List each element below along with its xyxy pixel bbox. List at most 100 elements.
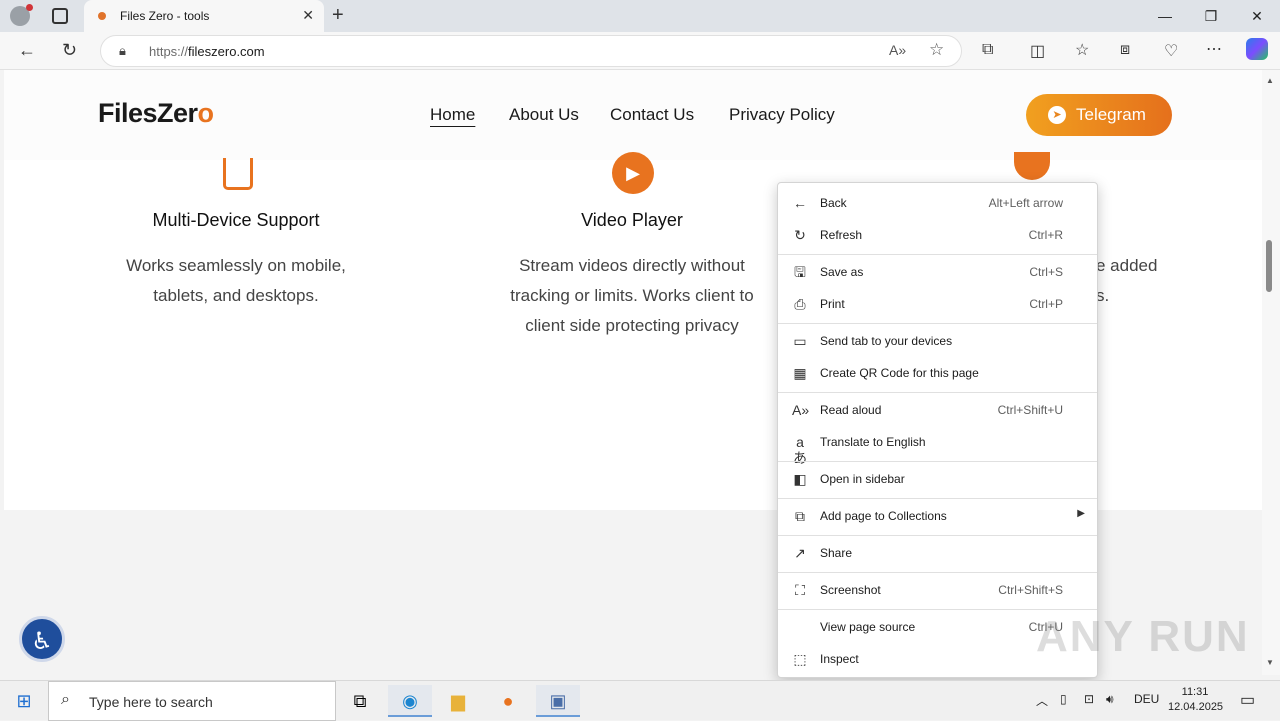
feature-desc-video-2: tracking or limits. Works client to [510,286,754,305]
nav-privacy-policy[interactable]: Privacy Policy [729,105,835,125]
menu-item-send-tab[interactable]: ▭ Send tab to your devices [778,326,1097,356]
logo-text: FilesZer [98,98,198,128]
menu-label: Translate to English [820,435,926,449]
feature-desc-multi-device-2: tablets, and desktops. [153,286,319,305]
tray-chevron-icon[interactable]: ︿ [1036,692,1048,709]
menu-separator [778,461,1097,462]
maximize-button[interactable]: ❐ [1188,4,1234,28]
nav-about-us[interactable]: About Us [509,105,579,125]
split-screen-icon[interactable]: ◫ [1030,41,1045,61]
menu-shortcut: Ctrl+Shift+U [997,403,1063,417]
tray-device-icon[interactable]: ▯ [1060,692,1067,706]
play-icon: ▶ [612,152,654,194]
firefox-icon[interactable]: ● [486,685,530,717]
menu-label: View page source [820,620,916,634]
task-view-icon[interactable]: ⧉ [338,685,382,717]
tab-actions-icon[interactable] [52,8,68,24]
start-button[interactable]: ⊞ [2,685,46,717]
menu-separator [778,254,1097,255]
phone-icon [223,158,253,190]
menu-shortcut: Ctrl+R [1028,228,1063,242]
nav-contact-us[interactable]: Contact Us [610,105,694,125]
page-scrollbar[interactable]: ▲ ▼ [1262,70,1280,675]
telegram-icon: ➤ [1048,106,1066,124]
file-explorer-icon[interactable]: ▆ [436,685,480,717]
url-prefix: https:// [149,44,189,59]
new-tab-icon[interactable]: + [332,4,344,27]
sidebar-icon: ◧ [793,471,807,487]
menu-label: Refresh [820,228,863,242]
address-bar[interactable]: 🔒︎ https://fileszero.com A» ☆ [100,35,962,67]
menu-separator [778,323,1097,324]
refresh-icon[interactable]: ↻ [62,40,77,61]
close-window-button[interactable]: ✕ [1234,4,1280,28]
lock-icon[interactable]: 🔒︎ [119,43,126,59]
volume-icon[interactable]: 🔊︎ [1106,692,1114,707]
menu-label: Screenshot [820,583,881,597]
edge-taskbar-icon[interactable]: ◉ [388,685,432,717]
favicon-icon [98,12,106,20]
language-indicator[interactable]: DEU [1134,692,1159,706]
menu-item-open-sidebar[interactable]: ◧ Open in sidebar [778,464,1097,494]
site-header: FilesZero Home About Us Contact Us Priva… [4,70,1262,160]
browser-essentials-icon[interactable]: ♡ [1164,41,1178,61]
favorites-icon[interactable]: ☆ [1075,40,1089,60]
tab-files-zero[interactable]: Files Zero - tools ✕ [84,0,324,32]
scroll-up-icon[interactable]: ▲ [1266,76,1274,85]
taskbar-search[interactable]: ⌕ Type here to search [48,681,336,721]
menu-separator [778,572,1097,573]
menu-label: Create QR Code for this page [820,366,979,380]
menu-shortcut: Ctrl+S [1029,265,1063,279]
screenshot-icon: ⛶ [795,582,805,598]
menu-item-refresh[interactable]: ↻ Refresh Ctrl+R [778,220,1097,250]
back-icon[interactable]: ← [18,40,36,61]
menu-item-share[interactable]: ↗ Share [778,538,1097,568]
notifications-icon[interactable]: ▭ [1240,690,1255,710]
menu-item-qr-code[interactable]: ▦ Create QR Code for this page [778,358,1097,388]
extensions-icon[interactable]: ⧉ [982,41,993,59]
collections-icon[interactable]: ⧈ [1120,41,1130,59]
read-aloud-icon[interactable]: A» [889,42,906,58]
collections-icon: ⧉ [795,508,805,524]
feature-desc-video-1: Stream videos directly without [519,256,745,275]
nav-home[interactable]: Home [430,105,475,125]
site-logo[interactable]: FilesZero [98,98,214,129]
menu-item-print[interactable]: ⎙ Print Ctrl+P [778,289,1097,319]
accessibility-icon[interactable]: ♿︎ [19,616,65,662]
translate-icon: aあ [793,434,807,466]
feature-title-video-player: Video Player [581,210,683,230]
menu-label: Back [820,196,847,210]
search-icon: ⌕ [61,691,70,708]
menu-item-save-as[interactable]: 🖫 Save as Ctrl+S [778,257,1097,287]
menu-separator [778,392,1097,393]
share-icon: ↗ [794,545,806,561]
menu-label: Send tab to your devices [820,334,953,348]
tab-strip: Files Zero - tools ✕ + — ❐ ✕ [0,0,1280,32]
tab-close-icon[interactable]: ✕ [302,7,314,24]
menu-item-back[interactable]: ← Back Alt+Left arrow [778,188,1097,218]
menu-label: Share [820,546,853,560]
context-menu: ← Back Alt+Left arrow ↻ Refresh Ctrl+R 🖫 Save… [777,182,1098,678]
network-icon[interactable]: ⊡ [1084,692,1094,706]
menu-item-read-aloud[interactable]: A» Read aloud Ctrl+Shift+U [778,395,1097,425]
menu-label: Inspect [820,652,859,666]
favorite-star-icon[interactable]: ☆ [929,40,944,60]
copilot-icon[interactable] [1246,38,1268,60]
url-text[interactable]: https://fileszero.com [149,44,265,59]
menu-item-screenshot[interactable]: ⛶ Screenshot Ctrl+Shift+S [778,575,1097,605]
menu-item-add-collections[interactable]: ⧉ Add page to Collections ▶ [778,501,1097,531]
minimize-button[interactable]: — [1142,4,1188,28]
installer-icon[interactable]: ▣ [536,685,580,717]
telegram-button[interactable]: ➤ Telegram [1026,94,1172,136]
logo-end: o [197,98,215,128]
clock[interactable]: 11:31 12.04.2025 [1168,685,1224,715]
more-options-icon[interactable]: ⋯ [1206,39,1222,59]
telegram-label: Telegram [1076,105,1146,124]
scroll-down-icon[interactable]: ▼ [1266,658,1274,667]
feature-desc-video-3: client side protecting privacy [525,316,739,335]
wrench-icon [1014,152,1050,180]
menu-item-translate[interactable]: aあ Translate to English [778,427,1097,466]
browser-toolbar: ← ↻ 🔒︎ https://fileszero.com A» ☆ ⧉ ◫ ☆ … [0,32,1280,70]
scroll-thumb[interactable] [1266,240,1272,292]
clock-date: 12.04.2025 [1168,701,1224,713]
